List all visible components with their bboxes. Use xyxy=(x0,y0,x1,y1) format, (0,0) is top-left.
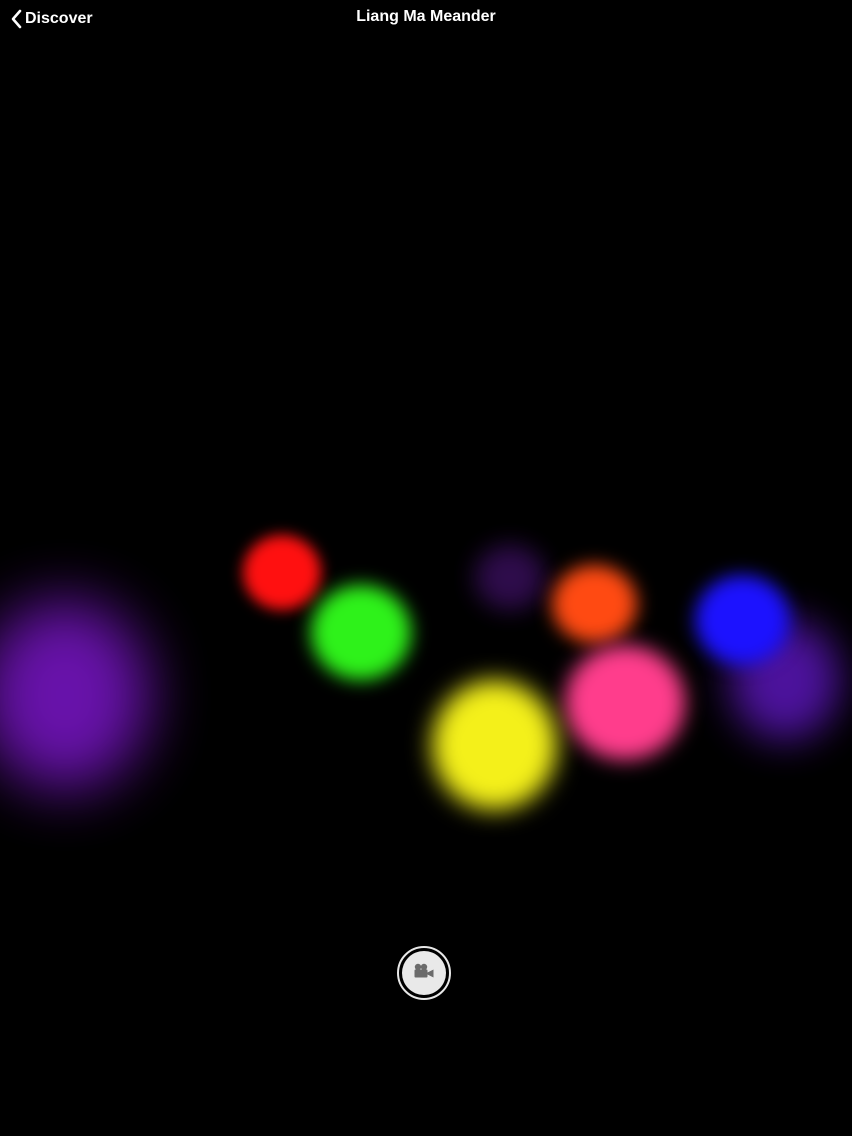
dark-purple-orb xyxy=(475,545,545,610)
orange-orb xyxy=(552,565,637,643)
red-orb xyxy=(243,535,321,610)
green-orb xyxy=(311,585,411,680)
record-video-button[interactable] xyxy=(397,946,451,1000)
yellow-orb xyxy=(432,680,557,810)
navigation-bar: Discover Liang Ma Meander xyxy=(0,0,852,40)
record-button-face xyxy=(402,951,446,995)
pink-orb xyxy=(565,645,685,760)
blue-orb xyxy=(695,575,790,665)
video-camera-icon xyxy=(413,963,435,984)
page-title: Liang Ma Meander xyxy=(356,8,496,25)
purple-orb-left xyxy=(0,600,150,790)
